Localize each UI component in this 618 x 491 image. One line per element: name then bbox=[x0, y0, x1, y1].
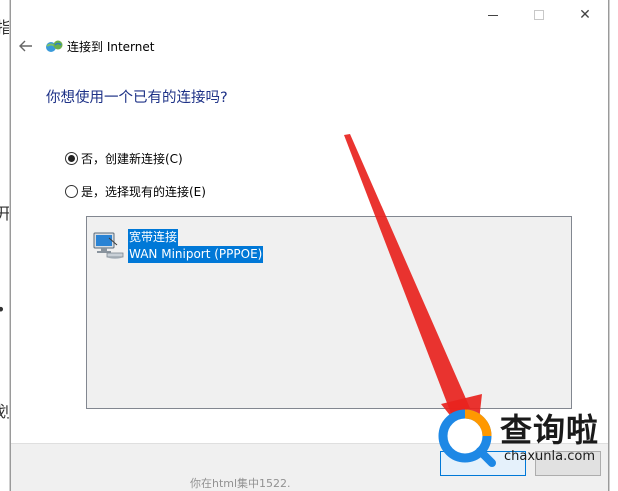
maximize-button bbox=[516, 0, 562, 30]
minimize-icon bbox=[488, 14, 498, 16]
internet-connection-icon bbox=[46, 40, 63, 52]
question-heading: 你想使用一个已有的连接吗? bbox=[46, 90, 228, 106]
option-label: 否，创建新连接(C) bbox=[81, 152, 183, 166]
list-item[interactable]: 宽带连接 WAN Miniport (PPPOE) bbox=[91, 229, 264, 263]
option-create-new[interactable]: 否，创建新连接(C) bbox=[65, 150, 183, 167]
background-window-right bbox=[609, 0, 618, 491]
option-label: 是，选择现有的连接(E) bbox=[81, 185, 206, 199]
background-fragment: 指 bbox=[0, 14, 9, 38]
option-use-existing[interactable]: 是，选择现有的连接(E) bbox=[65, 183, 206, 200]
connection-list[interactable]: 宽带连接 WAN Miniport (PPPOE) bbox=[86, 216, 572, 409]
cancel-button[interactable] bbox=[535, 451, 601, 476]
dialog-title: 连接到 Internet bbox=[67, 39, 155, 54]
close-button[interactable]: ✕ bbox=[562, 0, 608, 30]
connection-device: WAN Miniport (PPPOE) bbox=[128, 246, 264, 263]
background-fragment: 划 bbox=[0, 398, 9, 422]
network-computer-icon bbox=[93, 232, 124, 259]
back-button[interactable] bbox=[15, 35, 37, 57]
radio-button-unselected[interactable] bbox=[65, 185, 78, 198]
back-arrow-icon bbox=[19, 40, 32, 52]
dialog-footer bbox=[11, 443, 608, 491]
radio-button-selected[interactable] bbox=[65, 152, 78, 165]
caption-buttons: ✕ bbox=[470, 0, 608, 30]
next-button[interactable] bbox=[440, 451, 526, 476]
connect-to-internet-dialog: ✕ 连接到 Internet 你想使用一个已有的连接吗? 否，创建新连接(C) … bbox=[10, 0, 609, 491]
minimize-button[interactable] bbox=[470, 0, 516, 30]
background-text: 你在html集中1522. bbox=[190, 477, 291, 490]
connection-name: 宽带连接 bbox=[128, 229, 179, 246]
background-fragment: • bbox=[0, 300, 5, 319]
background-fragment: 开 bbox=[0, 200, 9, 224]
close-icon: ✕ bbox=[579, 7, 591, 23]
background-window-left: 指 开 • 划 bbox=[0, 0, 10, 491]
dialog-header: 连接到 Internet bbox=[15, 34, 154, 58]
maximize-icon bbox=[534, 10, 544, 20]
